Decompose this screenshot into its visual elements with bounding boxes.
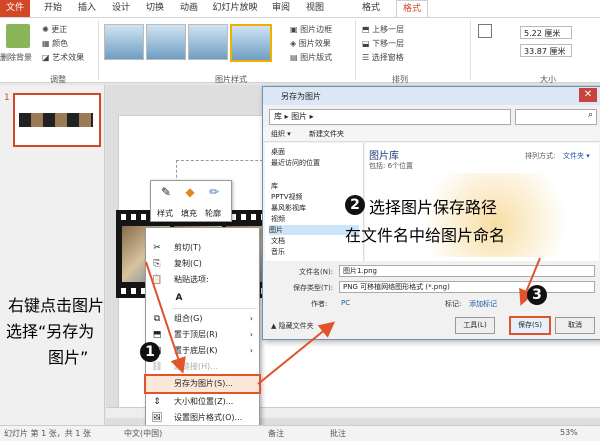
instruction-step-1-line-2: 选择“另存为	[6, 322, 95, 341]
instruction-step-2-line-2: 在文件名中给图片命名	[345, 226, 506, 245]
instruction-step-1-line-3: 图片”	[48, 348, 89, 367]
step-3-badge: 3	[527, 285, 547, 305]
step-2-badge: 2	[345, 195, 365, 215]
instruction-step-1-line-1: 右键点击图片	[8, 296, 105, 315]
step-1-badge: 1	[140, 342, 160, 362]
arrow-to-dialog	[257, 321, 336, 385]
annotation-arrows	[145, 257, 541, 385]
instruction-step-2-line-1: 选择图片保存路径	[369, 198, 498, 217]
